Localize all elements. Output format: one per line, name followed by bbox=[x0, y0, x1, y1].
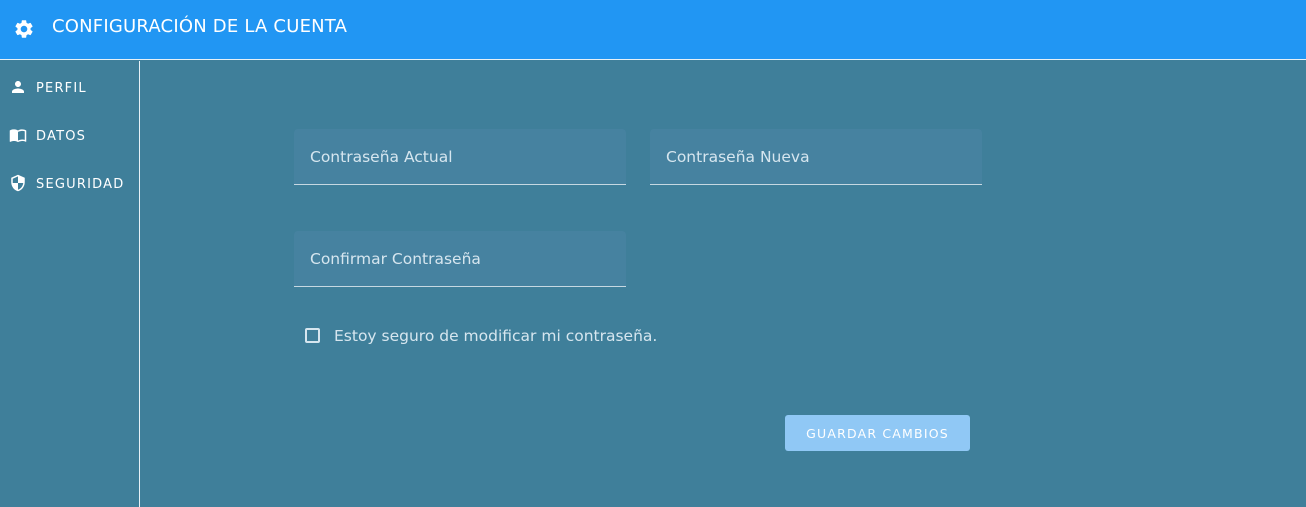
sidebar-item-datos[interactable]: DATOS bbox=[0, 113, 139, 153]
new-password-field[interactable] bbox=[650, 129, 982, 185]
confirm-password-input[interactable] bbox=[294, 231, 626, 286]
sidebar-item-label: PERFIL bbox=[36, 81, 87, 96]
page-title: CONFIGURACIÓN DE LA CUENTA bbox=[52, 16, 348, 37]
book-icon bbox=[9, 129, 27, 143]
sidebar: PERFIL DATOS SEGURIDAD bbox=[0, 61, 140, 507]
gear-icon bbox=[15, 20, 33, 38]
sidebar-item-seguridad[interactable]: SEGURIDAD bbox=[0, 161, 139, 201]
confirm-change-row: Estoy seguro de modificar mi contraseña. bbox=[304, 326, 724, 348]
sidebar-item-label: DATOS bbox=[36, 129, 87, 144]
shield-icon bbox=[11, 174, 25, 192]
new-password-input[interactable] bbox=[650, 129, 982, 184]
confirm-change-label[interactable]: Estoy seguro de modificar mi contraseña. bbox=[334, 327, 657, 345]
person-icon bbox=[12, 81, 24, 93]
current-password-input[interactable] bbox=[294, 129, 626, 184]
app-header: CONFIGURACIÓN DE LA CUENTA bbox=[0, 0, 1306, 60]
current-password-field[interactable] bbox=[294, 129, 626, 185]
sidebar-item-label: SEGURIDAD bbox=[36, 177, 125, 192]
confirm-change-checkbox[interactable] bbox=[305, 328, 320, 343]
sidebar-item-perfil[interactable]: PERFIL bbox=[0, 65, 139, 105]
save-changes-button[interactable]: GUARDAR CAMBIOS bbox=[785, 415, 970, 451]
confirm-password-field[interactable] bbox=[294, 231, 626, 287]
